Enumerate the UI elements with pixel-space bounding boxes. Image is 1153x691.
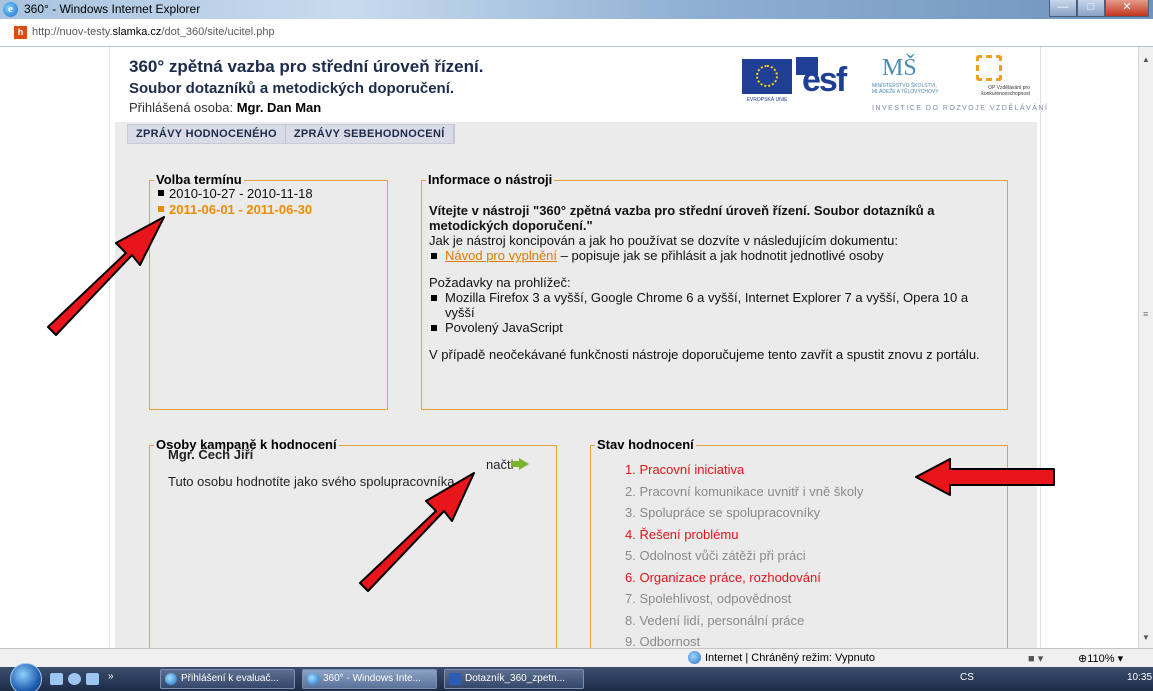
quicklaunch-ie-icon[interactable]: [68, 673, 81, 685]
logged-user: Přihlášená osoba: Mgr. Dan Man: [129, 100, 322, 115]
page-title: 360° zpětná vazba pro střední úroveň říz…: [129, 57, 484, 76]
term-item[interactable]: 2010-10-27 - 2010-11-18: [158, 186, 313, 202]
annotation-arrow-term: [47, 216, 165, 336]
vertical-scrollbar[interactable]: ▲ ≡ ▼: [1138, 47, 1153, 648]
window-titlebar: e 360° - Windows Internet Explorer — □ ✕: [0, 0, 1153, 19]
page-subtitle: Soubor dotazníků a metodických doporučen…: [129, 80, 455, 97]
internet-explorer-icon: e: [3, 2, 18, 17]
criteria-list: 1. Pracovní iniciativa 2. Pracovní komun…: [625, 459, 863, 648]
logged-user-name: Mgr. Dan Man: [236, 100, 322, 115]
show-desktop-icon[interactable]: [50, 673, 63, 685]
taskbar-button-active[interactable]: 360° - Windows Inte...: [302, 669, 437, 689]
main-menu: ZPRÁVY HODNOCENÉHO ZPRÁVY SEBEHODNOCENÍ: [127, 124, 455, 144]
arrow-right-icon[interactable]: [511, 458, 530, 470]
page-content: 360° zpětná vazba pro střední úroveň říz…: [115, 47, 1047, 648]
intro-text: Jak je nástroj koncipován a jak ho použí…: [429, 233, 898, 248]
security-icon[interactable]: ■ ▾: [1028, 652, 1043, 665]
criterion-item[interactable]: 5. Odolnost vůči zátěži při práci: [625, 545, 863, 567]
criterion-item[interactable]: 2. Pracovní komunikace uvnitř i vně škol…: [625, 481, 863, 503]
security-zone-text[interactable]: Internet | Chráněný režim: Vypnuto: [705, 652, 875, 664]
msmt-logo: MŠ MINISTERSTVO ŠKOLSTVÍ, MLÁDEŽE A TĚLO…: [872, 55, 939, 95]
quicklaunch-app-icon[interactable]: [86, 673, 99, 685]
note-text: V případě neočekávané funkčnosti nástroj…: [429, 347, 980, 362]
zoom-level[interactable]: ⊕110% ▾: [1078, 652, 1123, 665]
close-button[interactable]: ✕: [1105, 0, 1149, 17]
manual-link[interactable]: Návod pro vyplnění: [445, 248, 557, 263]
annotation-arrow-status: [915, 458, 1055, 496]
minimize-button[interactable]: —: [1049, 0, 1077, 17]
criterion-item[interactable]: 3. Spolupráce se spolupracovníky: [625, 502, 863, 524]
criterion-item[interactable]: 4. Řešení problému: [625, 524, 863, 546]
criterion-item[interactable]: 9. Odbornost: [625, 631, 863, 648]
url-text[interactable]: http://nuov-testy.slamka.cz/dot_360/site…: [32, 26, 275, 38]
esf-logo: esf: [796, 57, 852, 99]
window-controls: — □ ✕: [1049, 0, 1149, 17]
annotation-arrow-load: [359, 472, 475, 592]
menu-item-zpravy-sebehodnoceni[interactable]: ZPRÁVY SEBEHODNOCENÍ: [286, 125, 454, 143]
clock[interactable]: 10:35: [1127, 672, 1152, 683]
browser-viewport: ▲ ≡ ▼ 360° zpětná vazba pro střední úrov…: [0, 47, 1153, 648]
requirements-label: Požadavky na prohlížeč:: [429, 275, 571, 290]
maximize-button[interactable]: □: [1077, 0, 1105, 17]
criterion-item[interactable]: 8. Vedení lidí, personální práce: [625, 610, 863, 632]
doc-list-item: Návod pro vyplnění – popisuje jak se při…: [429, 248, 999, 263]
criterion-item[interactable]: 6. Organizace práce, rozhodování: [625, 567, 863, 589]
taskbar-button[interactable]: Přihlášení k evaluač...: [160, 669, 295, 689]
menu-item-zpravy-hodnoceneho[interactable]: ZPRÁVY HODNOCENÉHO: [128, 125, 286, 143]
site-favicon-icon: h: [14, 26, 27, 39]
taskbar-button[interactable]: Dotazník_360_zpetn...: [444, 669, 584, 689]
page-margin-left: [0, 47, 110, 648]
eu-flag-logo: EVROPSKÁ UNIE: [742, 59, 792, 103]
op-vk-logo: OP Vzdělávání pro konkurenceschopnost: [964, 55, 1030, 97]
tool-info-box: Informace o nástroji Vítejte v nástroji …: [421, 172, 1008, 410]
evaluation-status-legend: Stav hodnocení: [595, 437, 696, 452]
load-button[interactable]: načti: [486, 457, 530, 472]
start-button[interactable]: [10, 663, 42, 691]
scroll-down-icon[interactable]: ▼: [1142, 633, 1150, 642]
logo-tagline: INVESTICE DO ROZVOJE VZDĚLÁVÁNÍ: [872, 105, 1049, 112]
eu-stars-icon: [756, 65, 778, 87]
requirement-item: Povolený JavaScript: [429, 320, 999, 335]
person-name: Mgr. Čech Jiří: [168, 447, 254, 462]
window-title: 360° - Windows Internet Explorer: [24, 2, 201, 16]
welcome-text: Vítejte v nástroji "360° zpětná vazba pr…: [429, 203, 935, 233]
ie-status-bar: Internet | Chráněný režim: Vypnuto ■ ▾ ⊕…: [0, 648, 1153, 667]
criterion-item[interactable]: 1. Pracovní iniciativa: [625, 459, 863, 481]
windows-taskbar: » Přihlášení k evaluač... 360° - Windows…: [0, 663, 1153, 691]
term-selection-legend: Volba termínu: [154, 172, 244, 187]
tool-info-legend: Informace o nástroji: [426, 172, 555, 187]
internet-zone-icon: [688, 651, 701, 664]
chevron-right-icon[interactable]: »: [108, 671, 114, 682]
language-indicator[interactable]: CS: [960, 672, 974, 683]
address-bar[interactable]: h http://nuov-testy.slamka.cz/dot_360/si…: [0, 19, 1153, 47]
criterion-item[interactable]: 7. Spolehlivost, odpovědnost: [625, 588, 863, 610]
requirement-item: Mozilla Firefox 3 a vyšší, Google Chrome…: [429, 290, 999, 320]
page-header: 360° zpětná vazba pro střední úroveň říz…: [115, 47, 1047, 122]
scroll-grip-icon[interactable]: ≡: [1143, 309, 1148, 319]
term-item-active[interactable]: 2011-06-01 - 2011-06-30: [158, 202, 313, 218]
term-selection-box: Volba termínu 2010-10-27 - 2010-11-18 20…: [149, 172, 388, 410]
sponsor-logos: EVROPSKÁ UNIE esf MŠ MINISTERSTVO ŠKOLST…: [742, 53, 1047, 113]
scroll-up-icon[interactable]: ▲: [1142, 55, 1150, 64]
page-margin-right: [1040, 47, 1138, 648]
